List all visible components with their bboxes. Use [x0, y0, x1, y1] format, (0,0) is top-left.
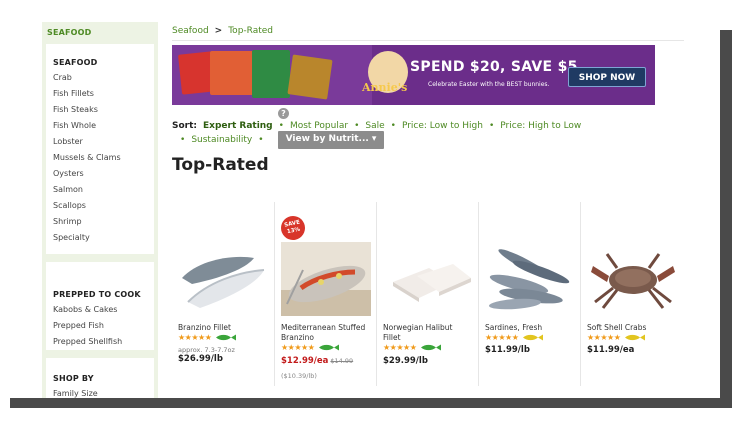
sidebar-item-prepped-fish[interactable]: Prepped Fish [53, 320, 154, 336]
category-sidebar: SEAFOOD SEAFOOD Crab Fish Fillets Fish S… [42, 22, 158, 398]
product-package-image [287, 54, 333, 100]
star-rating: ★★★★★ [383, 343, 442, 352]
halibut-fillet-image[interactable] [383, 242, 473, 316]
product-card[interactable]: Sardines, Fresh ★★★★★ $11.99/lb [478, 202, 580, 386]
star-rating: ★★★★★ [281, 343, 340, 352]
product-grid: Branzino Fillet ★★★★★ approx. 7.3-7.7oz … [172, 202, 684, 386]
was-price: $14.99 [330, 357, 354, 365]
current-price: $12.99/ea [281, 356, 329, 366]
sidebar-item-shrimp[interactable]: Shrimp [53, 216, 154, 232]
sidebar-section-shop-by: SHOP BY Family Size [46, 358, 154, 398]
sidebar-item-mussels-clams[interactable]: Mussels & Clams [53, 152, 154, 168]
breadcrumb-separator: > [214, 26, 223, 36]
sidebar-item-specialty[interactable]: Specialty [53, 232, 154, 248]
brand-logo: Annie's [362, 81, 408, 94]
product-card[interactable]: SAVE 13% Mediterranean Stuffed Branzino … [274, 202, 376, 386]
product-name-line-1[interactable]: Norwegian Halibut [383, 323, 475, 333]
sort-option-sustainability[interactable]: Sustainability [191, 135, 252, 145]
product-name-line-2[interactable]: Branzino [281, 333, 373, 343]
product-card[interactable]: Norwegian Halibut Fillet ★★★★★ $29.99/lb [376, 202, 478, 386]
sidebar-section-seafood: SEAFOOD Crab Fish Fillets Fish Steaks Fi… [46, 44, 154, 254]
view-by-nutrition-dropdown[interactable]: View by Nutrit... ▾ [277, 131, 385, 149]
stars: ★★★★★ [281, 343, 315, 352]
stars: ★★★★★ [587, 333, 621, 342]
sidebar-item-lobster[interactable]: Lobster [53, 136, 154, 152]
product-name[interactable]: Sardines, Fresh [485, 323, 577, 333]
sustainability-fish-icon [523, 334, 544, 341]
sidebar-item-fish-whole[interactable]: Fish Whole [53, 120, 154, 136]
promo-subtext: Celebrate Easter with the BEST bunnies. [428, 81, 550, 88]
star-rating: ★★★★★ [178, 333, 237, 342]
separator-dot: • [390, 121, 396, 131]
product-package-image [252, 50, 290, 98]
divider [172, 40, 684, 41]
product-name[interactable]: Soft Shell Crabs [587, 323, 679, 333]
product-name-line-2[interactable]: Fillet [383, 333, 475, 343]
separator-dot: • [488, 121, 495, 131]
sidebar-header[interactable]: SEAFOOD [42, 22, 158, 44]
sidebar-item-prepped-shellfish[interactable]: Prepped Shellfish [53, 336, 154, 352]
sardines-image[interactable] [485, 242, 575, 316]
separator-dot: • [180, 135, 186, 145]
sidebar-section-title: SHOP BY [53, 374, 94, 383]
sort-option-sale[interactable]: Sale [365, 121, 384, 131]
sidebar-section-title: PREPPED TO COOK [53, 290, 141, 299]
star-rating: ★★★★★ [587, 333, 646, 342]
sale-price: $12.99/ea $14.99 [281, 356, 353, 366]
sort-label: Sort: [172, 121, 198, 131]
sustainability-fish-icon [421, 344, 442, 351]
sustainability-fish-icon [625, 334, 646, 341]
promo-headline: SPEND $20, SAVE $5 [410, 59, 578, 75]
breadcrumb-current[interactable]: Top-Rated [228, 26, 273, 36]
shop-now-button[interactable]: SHOP NOW [568, 67, 646, 87]
stars: ★★★★★ [485, 333, 519, 342]
product-package-image [210, 51, 254, 95]
sidebar-item-family-size[interactable]: Family Size [53, 388, 154, 398]
sort-option-price-high-low[interactable]: Price: High to Low [500, 121, 581, 131]
window-frame-right [720, 30, 732, 408]
stars: ★★★★★ [383, 343, 417, 352]
sidebar-item-scallops[interactable]: Scallops [53, 200, 154, 216]
product-card[interactable]: Soft Shell Crabs ★★★★★ $11.99/ea [580, 202, 682, 386]
product-price: $11.99/lb [485, 345, 530, 355]
unit-price: ($10.39/lb) [281, 372, 317, 380]
branzino-fillet-image[interactable] [178, 242, 268, 316]
product-price: $11.99/ea [587, 345, 635, 355]
star-rating: ★★★★★ [485, 333, 544, 342]
sidebar-section-prepped: PREPPED TO COOK Kabobs & Cakes Prepped F… [46, 262, 154, 350]
page-title: Top-Rated [172, 155, 269, 175]
sidebar-section-title: SEAFOOD [53, 58, 98, 67]
sort-option-most-popular[interactable]: Most Popular [290, 121, 348, 131]
sidebar-item-crab[interactable]: Crab [53, 72, 154, 88]
sustainability-fish-icon [216, 334, 237, 341]
promo-banner[interactable]: Annie's SPEND $20, SAVE $5 Celebrate Eas… [172, 45, 655, 105]
sidebar-item-fish-fillets[interactable]: Fish Fillets [53, 88, 154, 104]
sort-option-price-low-high[interactable]: Price: Low to High [402, 121, 483, 131]
stars: ★★★★★ [178, 333, 212, 342]
sidebar-item-kabobs-cakes[interactable]: Kabobs & Cakes [53, 304, 154, 320]
product-name[interactable]: Branzino Fillet [178, 323, 270, 333]
sidebar-item-fish-steaks[interactable]: Fish Steaks [53, 104, 154, 120]
approx-weight: approx. 7.3-7.7oz [178, 346, 235, 354]
product-price: $26.99/lb [178, 354, 223, 364]
soft-shell-crab-image[interactable] [587, 242, 677, 316]
sale-badge: SAVE 13% [278, 213, 308, 243]
window-frame-bottom [10, 398, 732, 408]
separator-dot: • [278, 121, 284, 131]
separator-dot: • [258, 135, 264, 145]
sort-option-expert-rating[interactable]: Expert Rating [203, 121, 273, 131]
sidebar-item-salmon[interactable]: Salmon [53, 184, 154, 200]
product-card[interactable]: Branzino Fillet ★★★★★ approx. 7.3-7.7oz … [172, 202, 274, 386]
breadcrumb: Seafood > Top-Rated [172, 26, 273, 36]
breadcrumb-link-seafood[interactable]: Seafood [172, 26, 209, 36]
sort-bar-row-2: • Sustainability • View by Nutrit... ▾ [172, 131, 385, 149]
sidebar-item-oysters[interactable]: Oysters [53, 168, 154, 184]
separator-dot: • [354, 121, 360, 131]
stuffed-branzino-image[interactable] [281, 242, 371, 316]
sustainability-fish-icon [319, 344, 340, 351]
product-price: $29.99/lb [383, 356, 428, 366]
product-name-line-1[interactable]: Mediterranean Stuffed [281, 323, 373, 333]
